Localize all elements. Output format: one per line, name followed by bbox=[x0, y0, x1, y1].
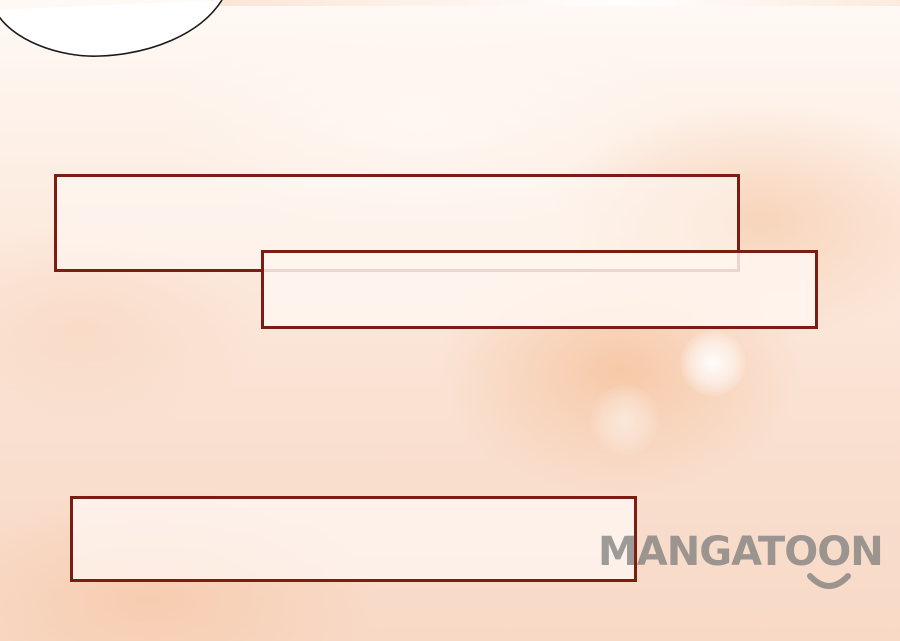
top-strip bbox=[210, 0, 900, 6]
speech-bubble-edge bbox=[0, 0, 223, 57]
watermark: MANGATOON bbox=[598, 524, 900, 594]
smile-curve-icon bbox=[807, 573, 851, 589]
comic-panel: MANGATOON bbox=[0, 0, 900, 641]
light-glow bbox=[590, 385, 660, 455]
light-glow bbox=[680, 330, 746, 396]
caption-box-3 bbox=[70, 496, 637, 582]
caption-box-2 bbox=[261, 250, 818, 329]
